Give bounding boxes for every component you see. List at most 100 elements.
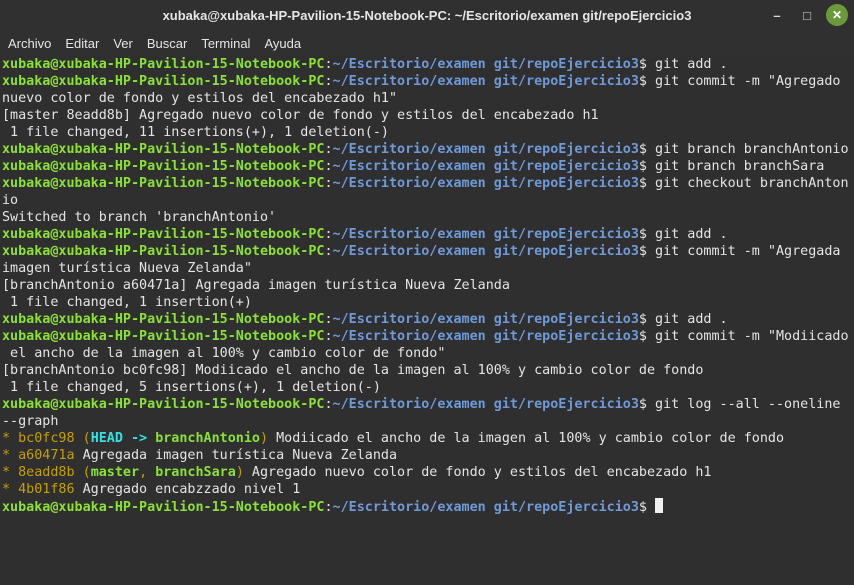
prompt-symbol: $ <box>638 397 647 412</box>
ref-label: ) <box>260 431 269 446</box>
prompt-symbol: $ <box>638 57 647 72</box>
graph-node: * <box>2 482 19 497</box>
command-text: git add . <box>646 312 728 327</box>
window-controls: – □ ✕ <box>766 0 848 30</box>
ref-label: ) <box>235 465 244 480</box>
prompt-path: ~/Escritorio/examen git/repoEjercicio3 <box>332 74 639 89</box>
terminal-line: xubaka@xubaka-HP-Pavilion-15-Notebook-PC… <box>2 311 854 328</box>
output-text: 1 file changed, 5 insertions(+), 1 delet… <box>2 380 381 395</box>
output-text: el ancho de la imagen al 100% y cambio c… <box>2 346 446 361</box>
terminal-line: xubaka@xubaka-HP-Pavilion-15-Notebook-PC… <box>2 396 854 413</box>
prompt-separator: : <box>324 227 333 242</box>
prompt-user: xubaka@xubaka-HP-Pavilion-15-Notebook-PC <box>2 176 325 191</box>
prompt-separator: : <box>324 142 333 157</box>
prompt-path: ~/Escritorio/examen git/repoEjercicio3 <box>332 329 639 344</box>
commit-hash: 8eadd8b <box>18 465 75 480</box>
terminal-output[interactable]: xubaka@xubaka-HP-Pavilion-15-Notebook-PC… <box>0 56 854 585</box>
terminal-line: Switched to branch 'branchAntonio' <box>2 209 854 226</box>
prompt-path: ~/Escritorio/examen git/repoEjercicio3 <box>332 57 639 72</box>
commit-message: Agregada imagen turística Nueva Zelanda <box>82 448 398 463</box>
ref-label: branchAntonio <box>155 431 260 446</box>
prompt-path: ~/Escritorio/examen git/repoEjercicio3 <box>332 500 639 515</box>
menu-ver[interactable]: Ver <box>113 36 141 51</box>
menu-ayuda[interactable]: Ayuda <box>264 36 309 51</box>
output-text: [branchAntonio bc0fc98] Modiicado el anc… <box>2 363 704 378</box>
menu-terminal[interactable]: Terminal <box>201 36 258 51</box>
commit-hash: a60471a <box>18 448 75 463</box>
window-title: xubaka@xubaka-HP-Pavilion-15-Notebook-PC… <box>162 7 692 23</box>
command-text: git add . <box>646 57 728 72</box>
title-bar[interactable]: xubaka@xubaka-HP-Pavilion-15-Notebook-PC… <box>0 0 854 30</box>
maximize-icon[interactable]: □ <box>796 4 818 26</box>
menu-buscar[interactable]: Buscar <box>147 36 195 51</box>
prompt-separator: : <box>324 244 333 259</box>
prompt-user: xubaka@xubaka-HP-Pavilion-15-Notebook-PC <box>2 244 325 259</box>
commit-hash: 4b01f86 <box>18 482 75 497</box>
output-text: 1 file changed, 11 insertions(+), 1 dele… <box>2 125 389 140</box>
ref-label: HEAD -> <box>90 431 156 446</box>
terminal-line: xubaka@xubaka-HP-Pavilion-15-Notebook-PC… <box>2 56 854 73</box>
prompt-symbol: $ <box>638 329 647 344</box>
terminal-line: --graph <box>2 413 854 430</box>
terminal-line: xubaka@xubaka-HP-Pavilion-15-Notebook-PC… <box>2 175 854 192</box>
terminal-line: * 8eadd8b (master, branchSara) Agregado … <box>2 464 854 481</box>
terminal-line: 1 file changed, 11 insertions(+), 1 dele… <box>2 124 854 141</box>
output-text: --graph <box>2 414 59 429</box>
prompt-user: xubaka@xubaka-HP-Pavilion-15-Notebook-PC <box>2 500 325 515</box>
prompt-path: ~/Escritorio/examen git/repoEjercicio3 <box>332 397 639 412</box>
command-text <box>647 500 655 515</box>
terminal-line: [master 8eadd8b] Agregado nuevo color de… <box>2 107 854 124</box>
prompt-user: xubaka@xubaka-HP-Pavilion-15-Notebook-PC <box>2 329 325 344</box>
prompt-user: xubaka@xubaka-HP-Pavilion-15-Notebook-PC <box>2 312 325 327</box>
command-text: git checkout branchAnton <box>646 176 849 191</box>
prompt-separator: : <box>324 500 333 515</box>
ref-label: ( <box>82 465 91 480</box>
terminal-line: nuevo color de fondo y estilos del encab… <box>2 90 854 107</box>
prompt-user: xubaka@xubaka-HP-Pavilion-15-Notebook-PC <box>2 142 325 157</box>
ref-label: ( <box>82 431 91 446</box>
minimize-icon[interactable]: – <box>766 4 788 26</box>
prompt-separator: : <box>324 57 333 72</box>
close-icon[interactable]: ✕ <box>826 4 848 26</box>
terminal-line: xubaka@xubaka-HP-Pavilion-15-Notebook-PC… <box>2 226 854 243</box>
prompt-path: ~/Escritorio/examen git/repoEjercicio3 <box>332 244 639 259</box>
output-text: nuevo color de fondo y estilos del encab… <box>2 91 398 106</box>
prompt-separator: : <box>324 74 333 89</box>
ref-label: branchSara <box>155 465 236 480</box>
terminal-line: xubaka@xubaka-HP-Pavilion-15-Notebook-PC… <box>2 328 854 345</box>
prompt-user: xubaka@xubaka-HP-Pavilion-15-Notebook-PC <box>2 57 325 72</box>
prompt-symbol: $ <box>638 74 647 89</box>
output-text: [master 8eadd8b] Agregado nuevo color de… <box>2 108 599 123</box>
ref-label: , <box>139 465 156 480</box>
graph-node: * <box>2 465 19 480</box>
command-text: git add . <box>646 227 728 242</box>
command-text: git commit -m "Agregada <box>646 244 841 259</box>
terminal-line: el ancho de la imagen al 100% y cambio c… <box>2 345 854 362</box>
prompt-user: xubaka@xubaka-HP-Pavilion-15-Notebook-PC <box>2 227 325 242</box>
terminal-line: xubaka@xubaka-HP-Pavilion-15-Notebook-PC… <box>2 73 854 90</box>
prompt-user: xubaka@xubaka-HP-Pavilion-15-Notebook-PC <box>2 74 325 89</box>
output-text: io <box>2 193 19 208</box>
graph-node: * <box>2 431 19 446</box>
commit-message: Agregado nuevo color de fondo y estilos … <box>243 465 712 480</box>
terminal-line: * bc0fc98 (HEAD -> branchAntonio) Modiic… <box>2 430 854 447</box>
terminal-line: [branchAntonio a60471a] Agregada imagen … <box>2 277 854 294</box>
prompt-user: xubaka@xubaka-HP-Pavilion-15-Notebook-PC <box>2 159 325 174</box>
prompt-symbol: $ <box>638 176 647 191</box>
menu-archivo[interactable]: Archivo <box>8 36 59 51</box>
prompt-separator: : <box>324 329 333 344</box>
terminal-line: xubaka@xubaka-HP-Pavilion-15-Notebook-PC… <box>2 243 854 260</box>
terminal-line: io <box>2 192 854 209</box>
terminal-line: imagen turística Nueva Zelanda" <box>2 260 854 277</box>
commit-hash: bc0fc98 <box>18 431 75 446</box>
menu-editar[interactable]: Editar <box>65 36 107 51</box>
prompt-symbol: $ <box>638 244 647 259</box>
terminal-window: xubaka@xubaka-HP-Pavilion-15-Notebook-PC… <box>0 0 854 585</box>
prompt-symbol: $ <box>638 312 647 327</box>
terminal-line: 1 file changed, 1 insertion(+) <box>2 294 854 311</box>
prompt-path: ~/Escritorio/examen git/repoEjercicio3 <box>332 312 639 327</box>
